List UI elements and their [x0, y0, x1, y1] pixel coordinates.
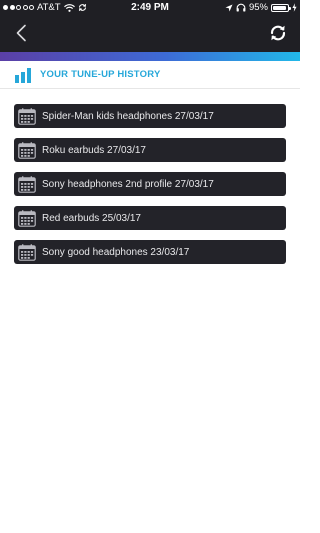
calendar-icon — [18, 175, 36, 193]
chevron-left-icon — [16, 24, 26, 42]
tune-up-history-list: Spider-Man kids headphones 27/03/17 Roku … — [14, 104, 286, 274]
history-item[interactable]: Sony good headphones 23/03/17 — [14, 240, 286, 264]
calendar-icon — [18, 209, 36, 227]
history-item-label: Roku earbuds 27/03/17 — [42, 144, 146, 156]
charging-icon — [292, 3, 297, 12]
section-header: YOUR TUNE-UP HISTORY — [0, 61, 300, 89]
back-button[interactable] — [6, 18, 36, 48]
battery-percent: 95% — [248, 2, 268, 13]
top-bar: AT&T 2:49 PM 95% — [0, 0, 300, 52]
location-arrow-icon — [225, 4, 233, 11]
bar-chart-icon — [15, 68, 31, 83]
status-bar: AT&T 2:49 PM 95% — [0, 0, 300, 16]
calendar-icon — [18, 107, 36, 125]
refresh-icon — [270, 25, 286, 41]
calendar-icon — [18, 141, 36, 159]
history-item-label: Sony good headphones 23/03/17 — [42, 246, 190, 258]
battery-icon — [271, 3, 291, 12]
history-item-label: Spider-Man kids headphones 27/03/17 — [42, 110, 214, 122]
status-right: 95% — [225, 2, 297, 13]
history-item[interactable]: Roku earbuds 27/03/17 — [14, 138, 286, 162]
history-item[interactable]: Spider-Man kids headphones 27/03/17 — [14, 104, 286, 128]
nav-bar — [0, 16, 300, 52]
history-item[interactable]: Red earbuds 25/03/17 — [14, 206, 286, 230]
history-item[interactable]: Sony headphones 2nd profile 27/03/17 — [14, 172, 286, 196]
history-item-label: Red earbuds 25/03/17 — [42, 212, 141, 224]
calendar-icon — [18, 243, 36, 261]
section-title: YOUR TUNE-UP HISTORY — [40, 69, 161, 80]
headphones-icon — [236, 3, 246, 12]
history-item-label: Sony headphones 2nd profile 27/03/17 — [42, 178, 214, 190]
header-gradient-strip — [0, 52, 300, 61]
refresh-button[interactable] — [264, 19, 292, 47]
